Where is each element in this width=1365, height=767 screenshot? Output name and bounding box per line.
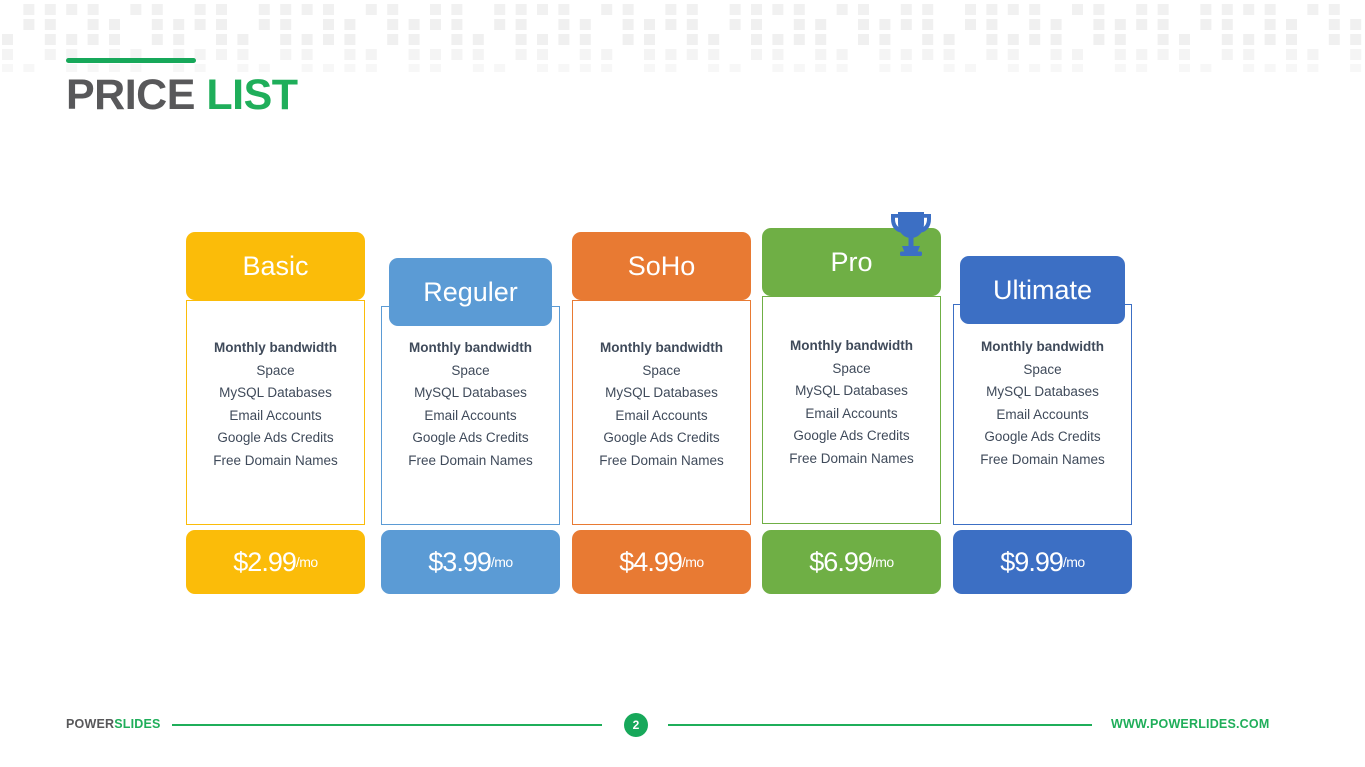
feature-item: Free Domain Names <box>789 450 914 466</box>
footer-logo-part-one: POWER <box>66 717 115 731</box>
feature-item: Space <box>832 360 871 376</box>
card-price-ultimate[interactable]: $9.99/mo <box>953 530 1132 594</box>
price-amount: $9.99 <box>1000 546 1064 577</box>
price-amount: $6.99 <box>809 546 873 577</box>
feature-item: MySQL Databases <box>605 385 718 401</box>
price-period: /mo <box>295 554 318 570</box>
card-plan-name: Pro <box>830 246 873 277</box>
feature-item: Monthly bandwidth <box>409 340 532 355</box>
card-feature-list-pro: Monthly bandwidth Space MySQL Databases Ema… <box>762 335 941 471</box>
price-period: /mo <box>490 554 513 570</box>
card-feature-list-soho: Monthly bandwidth Space MySQL Databases Ema… <box>572 337 751 473</box>
feature-item: Free Domain Names <box>599 452 724 468</box>
footer-logo-part-two: SLIDES <box>114 717 161 731</box>
card-price-soho[interactable]: $4.99/mo <box>572 530 751 594</box>
feature-item: MySQL Databases <box>986 384 1099 400</box>
feature-item: Space <box>642 362 681 378</box>
feature-item: Email Accounts <box>229 407 322 423</box>
card-price-reguler[interactable]: $3.99/mo <box>381 530 560 594</box>
feature-item: Monthly bandwidth <box>790 338 913 353</box>
price-period: /mo <box>871 554 894 570</box>
card-header-reguler: Reguler <box>389 258 552 326</box>
card-plan-name: Ultimate <box>992 274 1093 305</box>
feature-item: Free Domain Names <box>408 452 533 468</box>
footer-rule-right <box>668 724 1092 726</box>
feature-item: MySQL Databases <box>414 385 527 401</box>
slide-footer: POWERSLIDES WWW.POWERLIDES.COM <box>0 700 1365 767</box>
feature-item: MySQL Databases <box>219 385 332 401</box>
feature-item: Google Ads Credits <box>793 428 910 444</box>
feature-item: Space <box>256 362 295 378</box>
price-amount: $4.99 <box>619 546 683 577</box>
feature-item: Email Accounts <box>996 406 1089 422</box>
feature-item: MySQL Databases <box>795 383 908 399</box>
price-period: /mo <box>1062 554 1085 570</box>
page-number-badge: 2 <box>624 713 648 737</box>
feature-item: Space <box>1023 361 1062 377</box>
feature-item: Free Domain Names <box>980 451 1105 467</box>
pricing-cards-container: Basic Monthly bandwidth Space MySQL Databas… <box>0 0 1365 767</box>
card-feature-list-ultimate: Monthly bandwidth Space MySQL Databases Ema… <box>953 336 1132 472</box>
footer-rule-left <box>172 724 602 726</box>
price-amount: $2.99 <box>233 546 297 577</box>
feature-item: Google Ads Credits <box>217 430 334 446</box>
feature-item: Space <box>451 362 490 378</box>
card-header-basic: Basic <box>186 232 365 300</box>
card-price-pro[interactable]: $6.99/mo <box>762 530 941 594</box>
feature-item: Email Accounts <box>615 407 708 423</box>
price-period: /mo <box>681 554 704 570</box>
feature-item: Email Accounts <box>805 405 898 421</box>
footer-logo: POWERSLIDES <box>66 717 161 731</box>
card-header-pro: Pro <box>762 228 941 296</box>
feature-item: Google Ads Credits <box>412 430 529 446</box>
feature-item: Monthly bandwidth <box>981 339 1104 354</box>
feature-item: Google Ads Credits <box>603 430 720 446</box>
feature-item: Monthly bandwidth <box>600 340 723 355</box>
card-feature-list-basic: Monthly bandwidth Space MySQL Databases Ema… <box>186 337 365 473</box>
price-amount: $3.99 <box>428 546 492 577</box>
feature-item: Free Domain Names <box>213 452 338 468</box>
card-price-basic[interactable]: $2.99/mo <box>186 530 365 594</box>
feature-item: Google Ads Credits <box>984 429 1101 445</box>
card-plan-name: SoHo <box>627 250 696 281</box>
card-header-soho: SoHo <box>572 232 751 300</box>
feature-item: Email Accounts <box>424 407 517 423</box>
card-header-ultimate: Ultimate <box>960 256 1125 324</box>
footer-url: WWW.POWERLIDES.COM <box>1111 717 1270 731</box>
feature-item: Monthly bandwidth <box>214 340 337 355</box>
card-plan-name: Basic <box>242 250 309 281</box>
card-feature-list-reguler: Monthly bandwidth Space MySQL Databases Ema… <box>381 337 560 473</box>
card-plan-name: Reguler <box>423 276 518 307</box>
